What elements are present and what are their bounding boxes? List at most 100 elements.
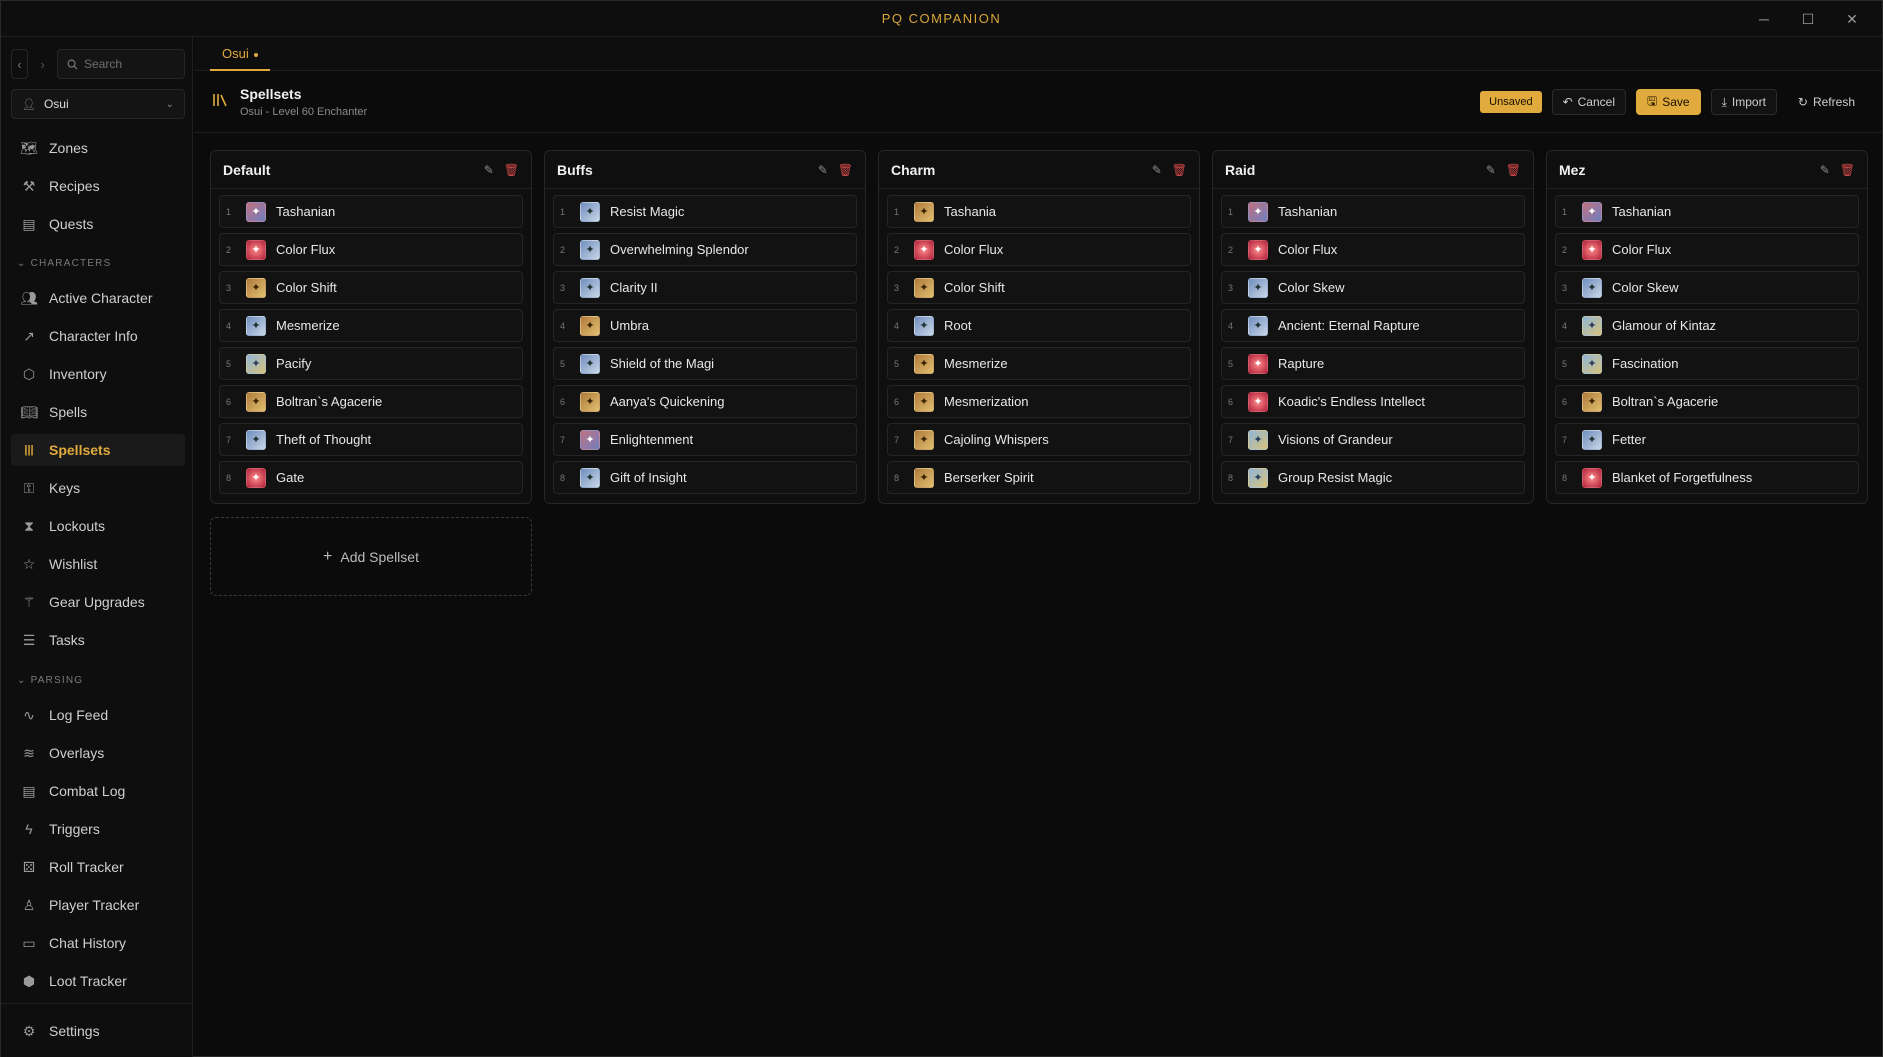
spell-slot-row[interactable]: 3 ✦ Color Shift <box>219 271 523 304</box>
spell-slot-row[interactable]: 1 ✦ Resist Magic <box>553 195 857 228</box>
spell-slot-row[interactable]: 4 ✦ Glamour of Kintaz <box>1555 309 1859 342</box>
sidebar-item-gear-upgrades[interactable]: ⚚ Gear Upgrades <box>11 586 185 618</box>
spell-slot-row[interactable]: 7 ✦ Fetter <box>1555 423 1859 456</box>
add-spellset-button[interactable]: + Add Spellset <box>210 517 532 596</box>
spell-slot-row[interactable]: 3 ✦ Clarity II <box>553 271 857 304</box>
spell-slot-row[interactable]: 8 ✦ Blanket of Forgetfulness <box>1555 461 1859 494</box>
sidebar-item-lockouts[interactable]: ⧗ Lockouts <box>11 510 185 542</box>
spell-gem-icon: ✦ <box>580 277 600 298</box>
spell-slot-row[interactable]: 6 ✦ Mesmerization <box>887 385 1191 418</box>
slot-number: 2 <box>1228 244 1234 255</box>
slot-number: 2 <box>894 244 900 255</box>
sidebar-section-label[interactable]: ⌄ CHARACTERS <box>17 258 111 269</box>
spell-slot-row[interactable]: 8 ✦ Gift of Insight <box>553 461 857 494</box>
spell-slot-row[interactable]: 4 ✦ Root <box>887 309 1191 342</box>
sidebar-item-overlays[interactable]: ≋ Overlays <box>11 737 185 769</box>
sidebar-item-triggers[interactable]: ϟ Triggers <box>11 813 185 845</box>
pencil-icon[interactable]: ✎ <box>1152 163 1162 177</box>
spell-slot-row[interactable]: 2 ✦ Color Flux <box>1221 233 1525 266</box>
search-box[interactable] <box>57 49 185 79</box>
spell-slot-row[interactable]: 2 ✦ Overwhelming Splendor <box>553 233 857 266</box>
spell-slot-row[interactable]: 6 ✦ Boltran`s Agacerie <box>219 385 523 418</box>
trash-icon[interactable]: 🗑︎ <box>838 163 853 177</box>
trash-icon[interactable]: 🗑︎ <box>1172 163 1187 177</box>
spell-slot-row[interactable]: 7 ✦ Cajoling Whispers <box>887 423 1191 456</box>
sidebar-item-character-info[interactable]: ↗ Character Info <box>11 320 185 352</box>
spell-slot-row[interactable]: 4 ✦ Ancient: Eternal Rapture <box>1221 309 1525 342</box>
pencil-icon[interactable]: ✎ <box>1486 163 1496 177</box>
spell-name: Visions of Grandeur <box>1278 432 1393 447</box>
pencil-icon[interactable]: ✎ <box>818 163 828 177</box>
refresh-button[interactable]: ↻ Refresh <box>1787 89 1866 115</box>
spell-slot-row[interactable]: 1 ✦ Tashanian <box>1555 195 1859 228</box>
maximize-button[interactable]: ☐ <box>1786 1 1830 37</box>
sidebar-item-quests[interactable]: ▤ Quests <box>11 208 185 240</box>
sidebar-item-log-feed[interactable]: ∿ Log Feed <box>11 699 185 731</box>
spell-slot-row[interactable]: 5 ✦ Shield of the Magi <box>553 347 857 380</box>
sidebar-item-roll-tracker[interactable]: ⚄ Roll Tracker <box>11 851 185 883</box>
sidebar-item-label: Lockouts <box>49 518 106 534</box>
slot-number: 3 <box>1228 282 1234 293</box>
spell-slot-row[interactable]: 5 ✦ Fascination <box>1555 347 1859 380</box>
tab-osui[interactable]: Osui <box>210 37 270 71</box>
sidebar-item-keys[interactable]: ⚿ Keys <box>11 472 185 504</box>
pencil-icon[interactable]: ✎ <box>1820 163 1830 177</box>
spell-slot-row[interactable]: 6 ✦ Koadic's Endless Intellect <box>1221 385 1525 418</box>
cancel-button[interactable]: ↶ Cancel <box>1551 89 1626 115</box>
spell-gem-icon: ✦ <box>914 239 934 260</box>
sidebar-item-label: Combat Log <box>49 783 126 799</box>
spell-slot-row[interactable]: 8 ✦ Gate <box>219 461 523 494</box>
trash-icon[interactable]: 🗑︎ <box>504 163 519 177</box>
character-select[interactable]: 👤︎ Osui ⌄ <box>11 89 185 119</box>
spell-slot-row[interactable]: 2 ✦ Color Flux <box>1555 233 1859 266</box>
trash-icon[interactable]: 🗑︎ <box>1840 163 1855 177</box>
spell-slot-row[interactable]: 4 ✦ Umbra <box>553 309 857 342</box>
spell-slot-row[interactable]: 3 ✦ Color Shift <box>887 271 1191 304</box>
spell-slot-row[interactable]: 5 ✦ Rapture <box>1221 347 1525 380</box>
spell-slot-row[interactable]: 6 ✦ Aanya's Quickening <box>553 385 857 418</box>
spell-slot-row[interactable]: 1 ✦ Tashanian <box>219 195 523 228</box>
spell-slot-row[interactable]: 5 ✦ Mesmerize <box>887 347 1191 380</box>
sidebar-item-wishlist[interactable]: ☆ Wishlist <box>11 548 185 580</box>
sidebar-section-label[interactable]: ⌄ PARSING <box>17 675 83 686</box>
search-input[interactable] <box>84 57 184 71</box>
sidebar-item-chat-history[interactable]: ▭ Chat History <box>11 927 185 959</box>
spell-slot-row[interactable]: 3 ✦ Color Skew <box>1555 271 1859 304</box>
spell-slot-row[interactable]: 7 ✦ Theft of Thought <box>219 423 523 456</box>
spell-slot-row[interactable]: 1 ✦ Tashanian <box>1221 195 1525 228</box>
sidebar-item-recipes[interactable]: ⚒ Recipes <box>11 170 185 202</box>
sidebar-item-loot-tracker[interactable]: ⬢ Loot Tracker <box>11 965 185 997</box>
forward-button[interactable]: › <box>34 49 51 79</box>
spell-slot-row[interactable]: 1 ✦ Tashania <box>887 195 1191 228</box>
sidebar-item-spellsets[interactable]: ||| Spellsets <box>11 434 185 466</box>
sidebar-item-active-character[interactable]: 👥︎ Active Character <box>11 282 185 314</box>
sidebar-item-spells[interactable]: 📖︎ Spells <box>11 396 185 428</box>
sidebar-item-zones[interactable]: 🗺︎ Zones <box>11 132 185 164</box>
spell-slot-row[interactable]: 8 ✦ Berserker Spirit <box>887 461 1191 494</box>
sidebar-item-settings[interactable]: ⚙ Settings <box>11 1015 185 1047</box>
spell-slot-row[interactable]: 5 ✦ Pacify <box>219 347 523 380</box>
sidebar-item-combat-log[interactable]: ▤ Combat Log <box>11 775 185 807</box>
pencil-icon[interactable]: ✎ <box>484 163 494 177</box>
close-button[interactable]: ✕ <box>1830 1 1874 37</box>
sidebar-item-player-tracker[interactable]: ♙ Player Tracker <box>11 889 185 921</box>
spell-slot-row[interactable]: 2 ✦ Color Flux <box>219 233 523 266</box>
sidebar-item-tasks[interactable]: ☰ Tasks <box>11 624 185 656</box>
back-button[interactable]: ‹ <box>11 49 28 79</box>
spell-slot-row[interactable]: 7 ✦ Enlightenment <box>553 423 857 456</box>
spell-gem-icon: ✦ <box>246 277 266 298</box>
spell-slot-row[interactable]: 4 ✦ Mesmerize <box>219 309 523 342</box>
spell-slot-row[interactable]: 2 ✦ Color Flux <box>887 233 1191 266</box>
spell-slot-row[interactable]: 8 ✦ Group Resist Magic <box>1221 461 1525 494</box>
minimize-button[interactable]: ─ <box>1742 1 1786 37</box>
spell-slot-row[interactable]: 7 ✦ Visions of Grandeur <box>1221 423 1525 456</box>
spell-slot-row[interactable]: 6 ✦ Boltran`s Agacerie <box>1555 385 1859 418</box>
trash-icon[interactable]: 🗑︎ <box>1506 163 1521 177</box>
sidebar-item-inventory[interactable]: ⬡ Inventory <box>11 358 185 390</box>
spell-name: Cajoling Whispers <box>944 432 1049 447</box>
slot-number: 1 <box>1228 206 1234 217</box>
import-button[interactable]: ⤓ Import <box>1710 89 1777 115</box>
save-button[interactable]: 🖫 Save <box>1635 89 1701 115</box>
spell-slot-row[interactable]: 3 ✦ Color Skew <box>1221 271 1525 304</box>
refresh-label: Refresh <box>1812 95 1855 109</box>
